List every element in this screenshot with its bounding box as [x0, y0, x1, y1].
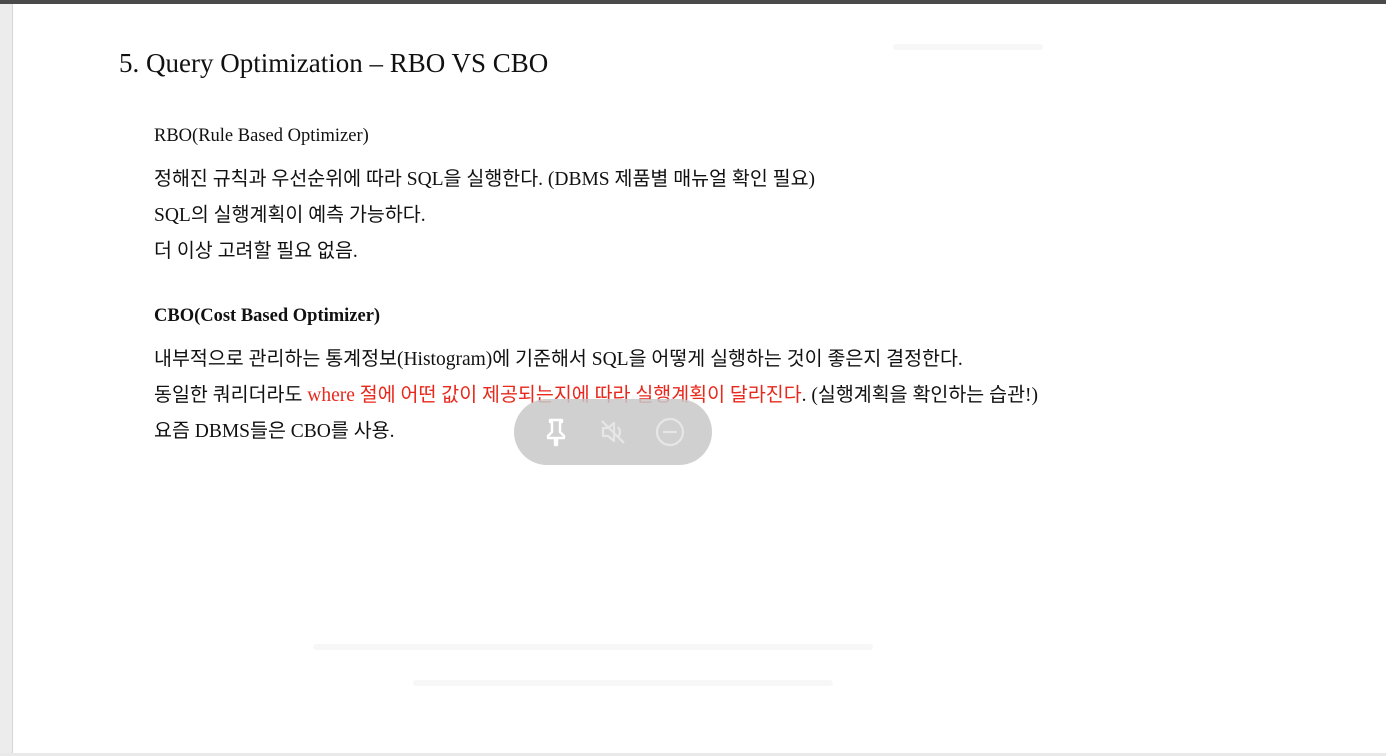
faint-artifact [413, 680, 833, 686]
slide-title: 5. Query Optimization – RBO VS CBO [119, 48, 549, 78]
left-panel-edge [0, 4, 13, 756]
pin-button[interactable] [536, 412, 576, 452]
rbo-line-2: SQL의 실행계획이 예측 가능하다. [154, 205, 426, 226]
minimize-button[interactable] [650, 412, 690, 452]
faint-artifact [313, 644, 873, 650]
minus-circle-icon [654, 416, 686, 448]
floating-control-bar [514, 399, 712, 465]
screen: 5. Query Optimization – RBO VS CBO RBO(R… [0, 0, 1386, 756]
mute-icon [598, 417, 628, 447]
rbo-line-1: 정해진 규칙과 우선순위에 따라 SQL을 실행한다. (DBMS 제품별 매뉴… [154, 169, 816, 190]
rbo-line-3: 더 이상 고려할 필요 없음. [154, 241, 358, 262]
cbo-line-3: 요즘 DBMS들은 CBO를 사용. [154, 421, 395, 442]
rbo-heading: RBO(Rule Based Optimizer) [154, 126, 369, 146]
cbo-line-2-prefix: 동일한 쿼리더라도 [154, 385, 308, 406]
cbo-heading: CBO(Cost Based Optimizer) [154, 306, 381, 326]
cbo-line-2-suffix: . (실행계획을 확인하는 습관!) [801, 385, 1038, 406]
slide-page: 5. Query Optimization – RBO VS CBO RBO(R… [13, 4, 1386, 753]
cbo-line-1: 내부적으로 관리하는 통계정보(Histogram)에 기준해서 SQL을 어떻… [154, 349, 963, 370]
mute-button[interactable] [593, 412, 633, 452]
faint-artifact [893, 44, 1043, 50]
pin-icon [543, 417, 569, 447]
